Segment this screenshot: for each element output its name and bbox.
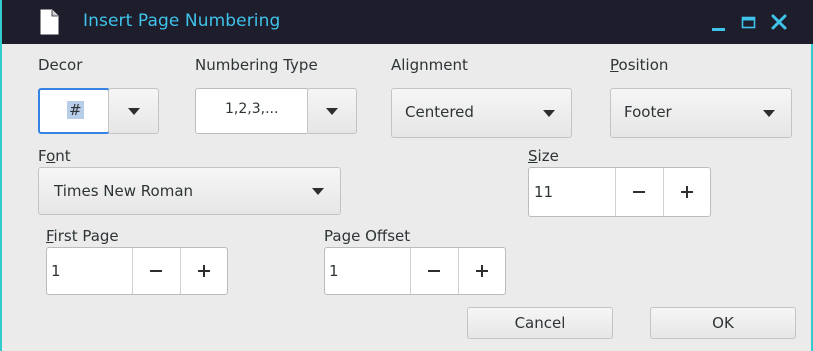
position-label-rest: osition [618,56,669,74]
position-label: Position [610,56,668,74]
title-bar[interactable]: Insert Page Numbering [2,0,813,44]
size-value[interactable]: 11 [534,183,553,201]
font-label-first: F [38,147,47,165]
cancel-button[interactable]: Cancel [467,307,613,339]
ok-button[interactable]: OK [650,307,796,339]
size-mnemonic: S [528,147,538,165]
size-label: Size [528,147,559,165]
close-icon [771,14,787,30]
decor-field[interactable]: # [38,88,110,134]
position-value: Footer [624,103,672,121]
minus-icon [633,191,645,193]
decor-value: # [67,101,84,119]
position-mnemonic: P [610,56,619,74]
alignment-label: Alignment [391,56,468,74]
maximize-icon [741,16,756,29]
numbering-type-field[interactable]: 1,2,3,... [195,88,309,134]
size-increment-button[interactable] [664,168,711,216]
size-spinbox[interactable]: 11 [528,167,711,217]
font-label: Font [38,147,71,165]
minus-icon [150,270,162,272]
chevron-down-icon [326,108,338,115]
numbering-type-label: Numbering Type [195,56,318,74]
position-combobox[interactable]: Footer [610,88,792,138]
alignment-combobox[interactable]: Centered [391,88,572,138]
chevron-down-icon [312,188,324,195]
chevron-down-icon [763,110,775,117]
page-offset-spinbox[interactable]: 1 [324,247,506,295]
numbering-type-value: 1,2,3,... [225,101,279,117]
cancel-button-label: Cancel [514,314,566,332]
window-title: Insert Page Numbering [83,11,281,31]
font-label-rest: nt [55,147,71,165]
font-mnemonic: o [46,147,56,165]
numbering-type-dropdown-button[interactable] [307,88,357,134]
first-page-value[interactable]: 1 [51,262,61,280]
first-page-label: First Page [46,227,119,245]
page-offset-increment-button[interactable] [459,248,506,294]
chevron-down-icon [543,110,555,117]
close-button[interactable] [766,6,794,36]
minimize-icon [712,28,725,31]
minimize-button[interactable] [705,6,733,36]
dialog-window: Insert Page Numbering Decor Numbering Ty… [0,0,813,351]
first-page-spinbox[interactable]: 1 [46,247,228,295]
ok-button-label: OK [712,314,734,332]
maximize-button[interactable] [735,6,763,36]
page-offset-value[interactable]: 1 [329,262,339,280]
document-icon [40,9,59,35]
font-combobox[interactable]: Times New Roman [38,167,341,215]
page-offset-label: Page Offset [324,227,411,245]
first-page-increment-button[interactable] [181,248,228,294]
decor-dropdown-button[interactable] [108,88,159,134]
size-label-rest: ize [537,147,559,165]
decor-label: Decor [38,56,83,74]
font-value: Times New Roman [54,182,194,200]
first-page-mnemonic: F [46,227,54,245]
first-page-label-rest: irst Page [53,227,119,245]
first-page-decrement-button[interactable] [133,248,180,294]
page-offset-decrement-button[interactable] [411,248,458,294]
size-decrement-button[interactable] [616,168,663,216]
minus-icon [428,270,440,272]
alignment-value: Centered [405,103,474,121]
chevron-down-icon [128,108,140,115]
